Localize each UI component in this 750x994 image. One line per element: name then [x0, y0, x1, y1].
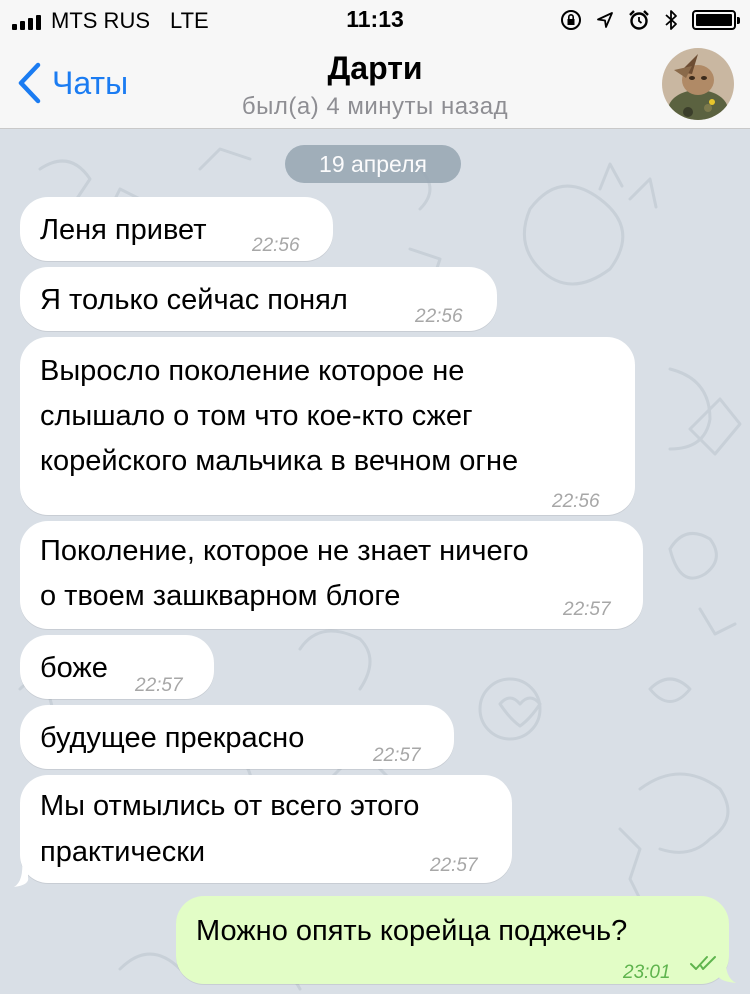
date-separator: 19 апреля [285, 145, 461, 183]
message-time: 22:57 [135, 675, 183, 696]
message-time: 22:56 [252, 235, 300, 256]
message-text: боже [40, 652, 108, 684]
message-time: 22:57 [373, 745, 421, 766]
bubble-tail-outgoing [717, 955, 736, 983]
message-time: 22:56 [552, 491, 600, 512]
alarm-icon [629, 10, 649, 30]
message-text: Можно опять корейца поджечь? [196, 915, 628, 947]
message-time: 22:56 [415, 306, 463, 327]
battery-icon [692, 10, 740, 30]
message-text: будущее прекрасно [40, 722, 305, 754]
message-text: Леня привет [40, 214, 207, 246]
message-text: Я только сейчас понял [40, 284, 348, 316]
message-bubble[interactable]: Поколение, которое не знает ничего о тво… [20, 521, 643, 629]
message-time: 23:01 [623, 962, 671, 983]
message-text: Поколение, которое не знает ничего о тво… [40, 535, 529, 612]
message-bubble[interactable]: Выросло поколение которое не слышало о т… [20, 337, 635, 515]
message-time: 22:57 [430, 855, 478, 876]
rotation-lock-icon [561, 10, 581, 30]
message-bubble[interactable]: Я только сейчас понял 22:56 [20, 267, 497, 331]
avatar[interactable] [662, 48, 734, 120]
message-bubble[interactable]: будущее прекрасно 22:57 [20, 705, 454, 769]
status-bar: MTS RUS LTE 11:13 [0, 0, 750, 40]
navigation-bar: Чаты Дарти был(а) 4 минуты назад [0, 40, 750, 129]
message-bubble[interactable]: боже 22:57 [20, 635, 214, 699]
status-bar-right [560, 9, 740, 31]
message-bubble[interactable]: Мы отмылись от всего этого практически 2… [20, 775, 512, 883]
back-button[interactable]: Чаты [16, 62, 128, 104]
location-arrow-icon [597, 12, 613, 28]
message-text: Мы отмылись от всего этого практически [40, 790, 420, 868]
chat-area[interactable]: 19 апреля Леня привет 22:56 Я только сей… [0, 129, 750, 994]
bluetooth-icon [665, 10, 677, 30]
message-bubble[interactable]: Леня привет 22:56 [20, 197, 333, 261]
message-bubble-outgoing[interactable]: Можно опять корейца поджечь? 23:01 [176, 896, 729, 984]
message-text: Выросло поколение которое не слышало о т… [40, 355, 519, 477]
back-button-label: Чаты [52, 64, 129, 101]
bubble-tail [14, 859, 29, 887]
chevron-left-icon [18, 62, 41, 104]
message-time: 22:57 [563, 599, 611, 620]
avatar-image [662, 48, 734, 120]
